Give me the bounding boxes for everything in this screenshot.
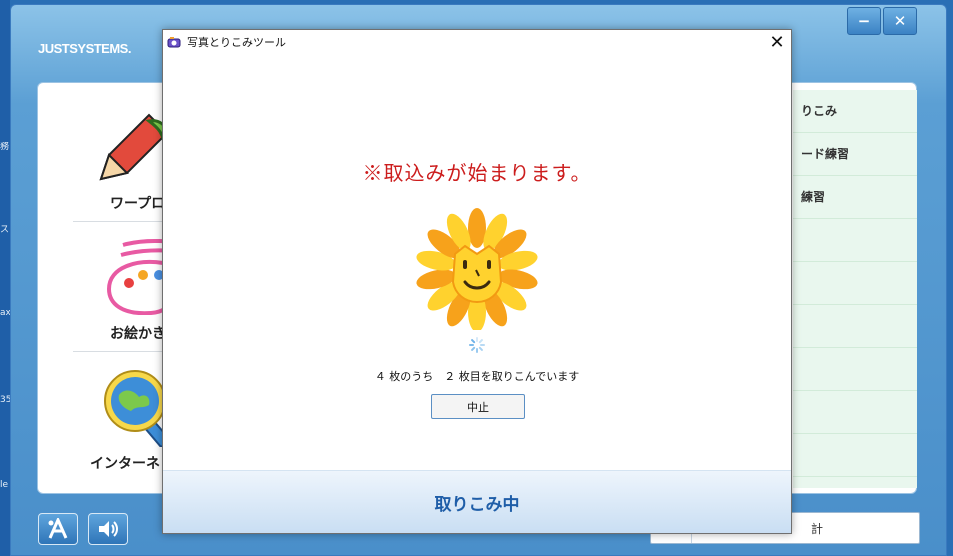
loading-spinner-icon [469, 337, 485, 353]
right-list-item[interactable] [793, 305, 917, 348]
dialog-footer: 取りこみ中 [163, 470, 791, 533]
desktop-edge-text: le [0, 480, 9, 490]
dialog-title: 写真とりこみツール [187, 36, 286, 49]
close-button[interactable]: ✕ [883, 7, 917, 35]
desktop-edge-text: ax [0, 308, 10, 318]
speaker-icon [99, 521, 118, 537]
spinner-tick [476, 348, 478, 353]
photo-import-dialog: 写真とりこみツール ✕ ※取込みが始まります。 ４ 枚のうち ２ 枚目を取りこん… [162, 29, 792, 534]
right-list-item[interactable]: ード練習 [793, 133, 917, 176]
spinner-tick [478, 346, 483, 351]
camera-app-icon [167, 37, 181, 48]
assistant-icon [48, 518, 68, 539]
right-list-item[interactable]: 練習 [793, 176, 917, 219]
spinner-tick [471, 339, 476, 344]
stop-button[interactable]: 中止 [431, 394, 525, 419]
import-status-text: 取りこみ中 [434, 494, 520, 515]
dialog-titlebar[interactable]: 写真とりこみツール ✕ [163, 30, 791, 54]
sun-mascot-icon [416, 208, 538, 330]
menu-item-label: ワープロ [110, 196, 166, 212]
search-suffix-text: 計 [811, 522, 824, 536]
desktop-edge: 務 ス ax 35 le [0, 0, 10, 556]
right-list-item[interactable] [793, 348, 917, 391]
right-menu-list: りこみ ード練習 練習 [793, 90, 917, 488]
sun-petal [468, 208, 486, 248]
desktop-edge-text: ス [0, 225, 10, 235]
sound-button[interactable] [88, 513, 128, 545]
spinner-tick [478, 339, 483, 344]
spinner-tick [469, 344, 474, 346]
right-list-item[interactable]: りこみ [793, 90, 917, 133]
dialog-message: ※取込みが始まります。 [362, 161, 592, 185]
desktop-edge-text: 35 [0, 395, 10, 405]
desktop-edge-text: 務 [0, 142, 10, 152]
right-list-item[interactable] [793, 391, 917, 434]
right-list-item[interactable] [793, 219, 917, 262]
menu-item-label: インターネ [90, 456, 160, 472]
spinner-tick [471, 346, 476, 351]
spinner-tick [476, 337, 478, 342]
dialog-close-button[interactable]: ✕ [765, 30, 789, 54]
progress-text: ４ 枚のうち ２ 枚目を取りこんでいます [374, 370, 580, 383]
right-list-item[interactable] [793, 434, 917, 477]
brand-logo: JUSTSYSTEMS. [38, 41, 132, 56]
minimize-button[interactable]: − [847, 7, 881, 35]
spinner-tick [480, 344, 485, 346]
assistant-button[interactable] [38, 513, 78, 545]
right-list-item[interactable] [793, 262, 917, 305]
menu-item-label: お絵かき [110, 326, 166, 342]
